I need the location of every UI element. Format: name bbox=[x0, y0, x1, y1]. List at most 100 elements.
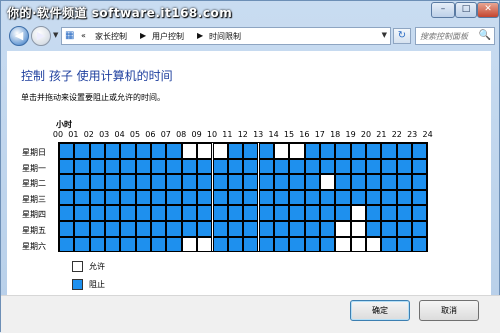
blocked-hour-cell[interactable] bbox=[89, 236, 105, 253]
breadcrumb-separator-icon[interactable]: ▶ bbox=[140, 31, 146, 40]
recent-pages-dropdown-icon[interactable]: ▼ bbox=[53, 31, 61, 41]
blocked-hour-cell[interactable] bbox=[412, 158, 428, 175]
blocked-hour-cell[interactable] bbox=[135, 174, 152, 190]
blocked-hour-cell[interactable] bbox=[319, 143, 336, 159]
breadcrumb-overflow[interactable]: « bbox=[81, 31, 86, 40]
blocked-hour-cell[interactable] bbox=[197, 158, 213, 175]
blocked-hour-cell[interactable] bbox=[166, 221, 182, 237]
blocked-hour-cell[interactable] bbox=[120, 143, 136, 159]
blocked-hour-cell[interactable] bbox=[197, 221, 213, 237]
blocked-hour-cell[interactable] bbox=[304, 205, 320, 221]
blocked-hour-cell[interactable] bbox=[135, 221, 152, 237]
blocked-hour-cell[interactable] bbox=[151, 205, 167, 221]
blocked-hour-cell[interactable] bbox=[151, 174, 167, 190]
blocked-hour-cell[interactable] bbox=[181, 174, 198, 190]
blocked-hour-cell[interactable] bbox=[181, 158, 198, 175]
blocked-hour-cell[interactable] bbox=[289, 221, 305, 237]
blocked-hour-cell[interactable] bbox=[412, 143, 428, 159]
blocked-hour-cell[interactable] bbox=[273, 205, 290, 221]
allowed-hour-cell[interactable] bbox=[366, 236, 382, 253]
blocked-hour-cell[interactable] bbox=[335, 174, 351, 190]
blocked-hour-cell[interactable] bbox=[258, 221, 274, 237]
blocked-hour-cell[interactable] bbox=[273, 236, 290, 253]
blocked-hour-cell[interactable] bbox=[335, 158, 351, 175]
blocked-hour-cell[interactable] bbox=[366, 174, 382, 190]
blocked-hour-cell[interactable] bbox=[105, 189, 121, 206]
blocked-hour-cell[interactable] bbox=[89, 158, 105, 175]
blocked-hour-cell[interactable] bbox=[396, 174, 412, 190]
blocked-hour-cell[interactable] bbox=[212, 205, 228, 221]
blocked-hour-cell[interactable] bbox=[319, 158, 336, 175]
search-icon[interactable]: 🔍 bbox=[479, 30, 491, 41]
blocked-hour-cell[interactable] bbox=[243, 205, 259, 221]
blocked-hour-cell[interactable] bbox=[319, 221, 336, 237]
allowed-hour-cell[interactable] bbox=[350, 236, 366, 253]
blocked-hour-cell[interactable] bbox=[74, 236, 90, 253]
allowed-hour-cell[interactable] bbox=[212, 143, 228, 159]
allowed-hour-cell[interactable] bbox=[197, 143, 213, 159]
blocked-hour-cell[interactable] bbox=[396, 189, 412, 206]
allowed-hour-cell[interactable] bbox=[335, 221, 351, 237]
allowed-hour-cell[interactable] bbox=[350, 205, 366, 221]
blocked-hour-cell[interactable] bbox=[335, 189, 351, 206]
blocked-hour-cell[interactable] bbox=[319, 236, 336, 253]
blocked-hour-cell[interactable] bbox=[289, 189, 305, 206]
blocked-hour-cell[interactable] bbox=[166, 189, 182, 206]
blocked-hour-cell[interactable] bbox=[197, 189, 213, 206]
blocked-hour-cell[interactable] bbox=[258, 143, 274, 159]
allowed-hour-cell[interactable] bbox=[289, 143, 305, 159]
blocked-hour-cell[interactable] bbox=[273, 221, 290, 237]
blocked-hour-cell[interactable] bbox=[227, 205, 244, 221]
blocked-hour-cell[interactable] bbox=[74, 205, 90, 221]
allowed-hour-cell[interactable] bbox=[319, 174, 336, 190]
blocked-hour-cell[interactable] bbox=[289, 236, 305, 253]
blocked-hour-cell[interactable] bbox=[366, 189, 382, 206]
blocked-hour-cell[interactable] bbox=[135, 158, 152, 175]
blocked-hour-cell[interactable] bbox=[59, 205, 75, 221]
time-grid[interactable] bbox=[58, 142, 428, 253]
allowed-hour-cell[interactable] bbox=[181, 143, 198, 159]
blocked-hour-cell[interactable] bbox=[212, 221, 228, 237]
blocked-hour-cell[interactable] bbox=[151, 221, 167, 237]
blocked-hour-cell[interactable] bbox=[243, 189, 259, 206]
allowed-hour-cell[interactable] bbox=[197, 236, 213, 253]
forward-button[interactable]: ▶ bbox=[31, 26, 51, 46]
blocked-hour-cell[interactable] bbox=[135, 205, 152, 221]
blocked-hour-cell[interactable] bbox=[212, 236, 228, 253]
blocked-hour-cell[interactable] bbox=[166, 205, 182, 221]
blocked-hour-cell[interactable] bbox=[319, 189, 336, 206]
breadcrumb-parental-controls[interactable]: 家长控制 bbox=[95, 31, 127, 42]
blocked-hour-cell[interactable] bbox=[381, 205, 397, 221]
blocked-hour-cell[interactable] bbox=[243, 221, 259, 237]
blocked-hour-cell[interactable] bbox=[74, 189, 90, 206]
blocked-hour-cell[interactable] bbox=[135, 143, 152, 159]
blocked-hour-cell[interactable] bbox=[273, 174, 290, 190]
blocked-hour-cell[interactable] bbox=[74, 174, 90, 190]
blocked-hour-cell[interactable] bbox=[151, 189, 167, 206]
blocked-hour-cell[interactable] bbox=[412, 221, 428, 237]
breadcrumb-user-controls[interactable]: 用户控制 bbox=[152, 31, 184, 42]
blocked-hour-cell[interactable] bbox=[258, 174, 274, 190]
blocked-hour-cell[interactable] bbox=[120, 236, 136, 253]
blocked-hour-cell[interactable] bbox=[258, 236, 274, 253]
search-input[interactable] bbox=[420, 30, 482, 43]
blocked-hour-cell[interactable] bbox=[120, 158, 136, 175]
allowed-hour-cell[interactable] bbox=[273, 143, 290, 159]
blocked-hour-cell[interactable] bbox=[396, 158, 412, 175]
blocked-hour-cell[interactable] bbox=[289, 158, 305, 175]
blocked-hour-cell[interactable] bbox=[227, 158, 244, 175]
back-button[interactable]: ◀ bbox=[9, 26, 29, 46]
blocked-hour-cell[interactable] bbox=[335, 205, 351, 221]
blocked-hour-cell[interactable] bbox=[166, 174, 182, 190]
cancel-button[interactable]: 取消 bbox=[419, 300, 479, 321]
allowed-hour-cell[interactable] bbox=[181, 236, 198, 253]
blocked-hour-cell[interactable] bbox=[412, 189, 428, 206]
blocked-hour-cell[interactable] bbox=[243, 236, 259, 253]
blocked-hour-cell[interactable] bbox=[89, 221, 105, 237]
minimize-button[interactable]: – bbox=[431, 2, 455, 18]
blocked-hour-cell[interactable] bbox=[120, 174, 136, 190]
allowed-hour-cell[interactable] bbox=[350, 221, 366, 237]
blocked-hour-cell[interactable] bbox=[243, 143, 259, 159]
blocked-hour-cell[interactable] bbox=[74, 221, 90, 237]
blocked-hour-cell[interactable] bbox=[366, 205, 382, 221]
